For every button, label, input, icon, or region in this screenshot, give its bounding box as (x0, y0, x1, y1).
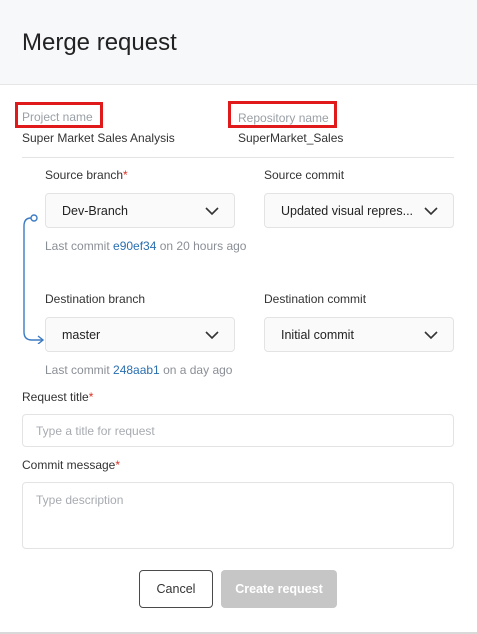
repository-name-label: Repository name (238, 111, 329, 125)
project-name-value: Super Market Sales Analysis (22, 131, 175, 145)
chevron-down-icon (205, 207, 219, 216)
cancel-button[interactable]: Cancel (139, 570, 213, 608)
required-marker: * (123, 168, 128, 182)
source-branch-label: Source branch* (45, 168, 128, 182)
repository-name-value: SuperMarket_Sales (238, 131, 344, 145)
destination-branch-label: Destination branch (45, 292, 146, 306)
chevron-down-icon (205, 331, 219, 340)
destination-commit-select[interactable]: Initial commit (264, 317, 454, 352)
commit-message-label: Commit message* (22, 458, 121, 472)
request-title-label: Request title* (22, 390, 94, 404)
chevron-down-icon (424, 207, 438, 216)
destination-branch-value: master (62, 328, 101, 342)
project-name-label: Project name (22, 110, 93, 124)
destination-commit-hash-link[interactable]: 248aab1 (113, 363, 160, 377)
dialog-header: Merge request (0, 0, 477, 85)
source-last-commit: Last commit e90ef34 on 20 hours ago (45, 239, 247, 253)
commit-message-textarea[interactable] (22, 482, 454, 549)
required-marker: * (88, 390, 94, 404)
source-commit-select[interactable]: Updated visual repres... (264, 193, 454, 228)
section-divider (22, 157, 454, 158)
chevron-down-icon (424, 331, 438, 340)
destination-last-commit: Last commit 248aab1 on a day ago (45, 363, 233, 377)
destination-branch-select[interactable]: master (45, 317, 235, 352)
required-marker: * (115, 458, 121, 472)
source-commit-value: Updated visual repres... (281, 204, 414, 218)
source-commit-label: Source commit (264, 168, 345, 182)
destination-commit-label: Destination commit (264, 292, 367, 306)
source-commit-hash-link[interactable]: e90ef34 (113, 239, 156, 253)
destination-commit-value: Initial commit (281, 328, 354, 342)
create-request-button[interactable]: Create request (221, 570, 337, 608)
source-branch-select[interactable]: Dev-Branch (45, 193, 235, 228)
branch-connector-icon (23, 214, 45, 344)
dialog-title: Merge request (22, 29, 177, 56)
request-title-input[interactable] (22, 414, 454, 447)
source-branch-value: Dev-Branch (62, 204, 128, 218)
